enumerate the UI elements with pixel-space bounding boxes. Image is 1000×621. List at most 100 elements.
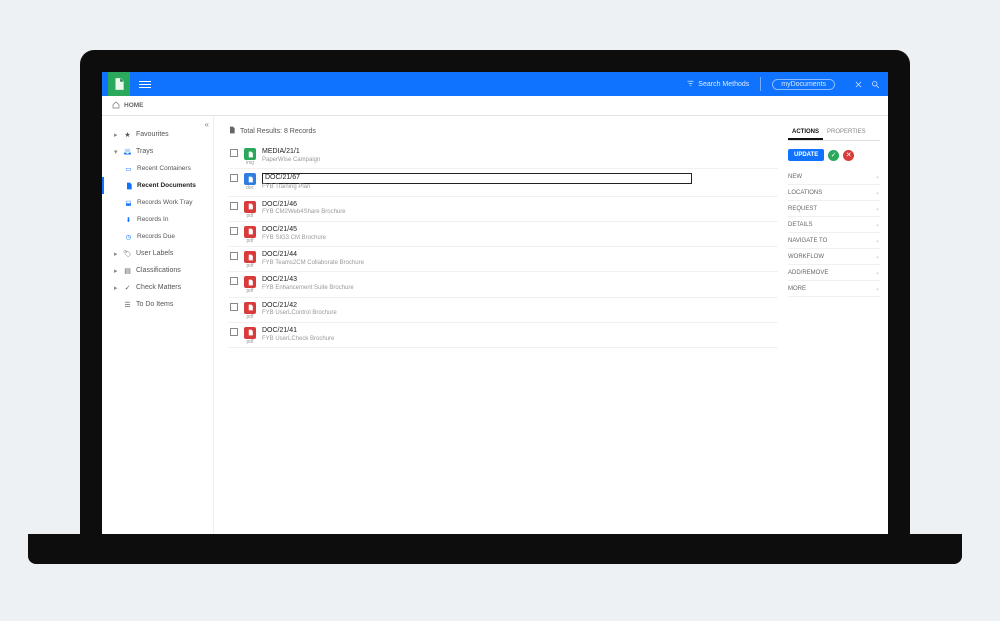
- due-icon: ◷: [124, 232, 133, 241]
- row-checkbox[interactable]: [230, 202, 238, 210]
- chevron-down-icon: ⌄: [875, 285, 880, 292]
- list-row[interactable]: pdf DOC/21/44 FYB Teams2CM Collaborate B…: [228, 247, 778, 272]
- sidebar-item-recent-documents[interactable]: Recent Documents: [102, 177, 213, 194]
- panel-tabs: ACTIONS PROPERTIES: [788, 126, 880, 141]
- panel-section[interactable]: WORKFLOW⌄: [788, 249, 880, 265]
- row-title: DOC/21/43: [262, 276, 776, 285]
- home-icon[interactable]: [112, 101, 120, 111]
- menu-toggle[interactable]: [136, 78, 154, 91]
- panel-section[interactable]: ADD/REMOVE⌄: [788, 265, 880, 281]
- laptop-frame: Search Methods myDocuments HOME: [80, 50, 910, 550]
- chevron-down-icon: ⌄: [875, 221, 880, 228]
- results-header: Total Results: 8 Records: [228, 126, 778, 136]
- sidebar-item-classifications[interactable]: ▸ ▤ Classifications: [102, 262, 213, 279]
- search-icon[interactable]: [868, 77, 882, 91]
- filter-icon[interactable]: [686, 79, 695, 90]
- row-title: DOC/21/41: [262, 327, 776, 336]
- row-text: DOC/21/41 FYB UserLCheck Brochure: [262, 327, 776, 343]
- panel-section[interactable]: DETAILS⌄: [788, 217, 880, 233]
- main-area: « ▸ ★ Favourites ▾ Trays ▭ Recent Contai…: [102, 116, 888, 550]
- divider: [760, 77, 761, 91]
- panel-section[interactable]: REQUEST⌄: [788, 201, 880, 217]
- sidebar-item-records-due[interactable]: ◷ Records Due: [102, 228, 213, 245]
- chevron-down-icon: ⌄: [875, 269, 880, 276]
- tray-icon: ⬓: [124, 198, 133, 207]
- sidebar-item-favourites[interactable]: ▸ ★ Favourites: [102, 126, 213, 143]
- row-subtitle: FYB UserLCheck Brochure: [262, 336, 776, 344]
- sidebar-item-label: Favourites: [136, 131, 169, 138]
- tab-properties[interactable]: PROPERTIES: [823, 126, 870, 140]
- list-row[interactable]: pdf DOC/21/46 FYB CM2Web4Share Brochure: [228, 197, 778, 222]
- list-row[interactable]: img MEDIA/21/1 PaperWise Campaign: [228, 144, 778, 169]
- list-row[interactable]: doc DOC/21/67 FYB Training Plan: [228, 169, 778, 196]
- row-subtitle: FYB CM2Web4Share Brochure: [262, 209, 776, 217]
- row-text: MEDIA/21/1 PaperWise Campaign: [262, 148, 776, 164]
- reject-button[interactable]: ✕: [843, 150, 854, 161]
- row-subtitle: FYB Teams2CM Collaborate Brochure: [262, 260, 776, 268]
- update-button[interactable]: UPDATE: [788, 149, 824, 161]
- row-checkbox[interactable]: [230, 277, 238, 285]
- row-text: DOC/21/46 FYB CM2Web4Share Brochure: [262, 201, 776, 217]
- sidebar-item-records-in[interactable]: ⬇ Records In: [102, 211, 213, 228]
- sidebar-item-check-matters[interactable]: ▸ ✓ Check Matters: [102, 279, 213, 296]
- label-icon: 🏷: [123, 249, 132, 258]
- row-title: DOC/21/67: [262, 173, 776, 184]
- chevron-right-icon: ▸: [114, 284, 119, 292]
- list-row[interactable]: pdf DOC/21/43 FYB Enhancement Suite Broc…: [228, 272, 778, 297]
- chevron-down-icon: ⌄: [875, 237, 880, 244]
- row-checkbox[interactable]: [230, 227, 238, 235]
- row-checkbox[interactable]: [230, 252, 238, 260]
- approve-button[interactable]: ✓: [828, 150, 839, 161]
- panel-section[interactable]: LOCATIONS⌄: [788, 185, 880, 201]
- sidebar: « ▸ ★ Favourites ▾ Trays ▭ Recent Contai…: [102, 116, 214, 550]
- sidebar-item-label: Records Work Tray: [137, 199, 193, 206]
- laptop-base: [28, 534, 962, 564]
- sidebar-item-recent-containers[interactable]: ▭ Recent Containers: [102, 160, 213, 177]
- search-method-label[interactable]: Search Methods: [698, 81, 749, 88]
- row-checkbox[interactable]: [230, 328, 238, 336]
- header-search-area: Search Methods myDocuments: [686, 77, 882, 91]
- sidebar-item-records-work-tray[interactable]: ⬓ Records Work Tray: [102, 194, 213, 211]
- app-logo: [108, 72, 130, 96]
- todo-icon: ☰: [123, 300, 132, 309]
- row-subtitle: FYB Training Plan: [262, 184, 776, 192]
- row-title: DOC/21/42: [262, 302, 776, 311]
- sidebar-item-label: Trays: [136, 148, 153, 155]
- list-row[interactable]: pdf DOC/21/45 FYB SIG3 CM Brochure: [228, 222, 778, 247]
- close-icon[interactable]: [851, 77, 865, 91]
- panel-section[interactable]: MORE ⌄: [788, 281, 880, 297]
- sidebar-collapse-icon[interactable]: «: [205, 120, 209, 129]
- file-type-icon: pdf: [244, 302, 256, 314]
- breadcrumb-home[interactable]: HOME: [124, 102, 144, 109]
- sidebar-item-trays[interactable]: ▾ Trays: [102, 143, 213, 160]
- sidebar-item-label: Recent Containers: [137, 165, 191, 172]
- list-row[interactable]: pdf DOC/21/41 FYB UserLCheck Brochure: [228, 323, 778, 348]
- sidebar-item-user-labels[interactable]: ▸ 🏷 User Labels: [102, 245, 213, 262]
- row-text: DOC/21/43 FYB Enhancement Suite Brochure: [262, 276, 776, 292]
- results-list: Total Results: 8 Records img MEDIA/21/1 …: [228, 126, 778, 550]
- row-text: DOC/21/45 FYB SIG3 CM Brochure: [262, 226, 776, 242]
- sidebar-item-label: Check Matters: [136, 284, 181, 291]
- panel-section-label: NAVIGATE TO: [788, 238, 827, 244]
- panel-section[interactable]: NEW⌄: [788, 169, 880, 185]
- row-title: DOC/21/44: [262, 251, 776, 260]
- panel-section[interactable]: NAVIGATE TO ⌄: [788, 233, 880, 249]
- row-checkbox[interactable]: [230, 303, 238, 311]
- row-checkbox[interactable]: [230, 174, 238, 182]
- sidebar-item-label: User Labels: [136, 250, 173, 257]
- row-checkbox[interactable]: [230, 149, 238, 157]
- chevron-right-icon: ▸: [114, 250, 119, 258]
- search-context[interactable]: myDocuments: [772, 79, 835, 90]
- file-type-icon: pdf: [244, 201, 256, 213]
- panel-section-label: NEW: [788, 174, 802, 180]
- file-type-icon: pdf: [244, 251, 256, 263]
- tab-actions[interactable]: ACTIONS: [788, 126, 823, 140]
- list-row[interactable]: pdf DOC/21/42 FYB UserLControl Brochure: [228, 298, 778, 323]
- actions-panel: ACTIONS PROPERTIES UPDATE ✓ ✕ NEW⌄LOCATI…: [788, 126, 880, 550]
- sidebar-item-todo[interactable]: ☰ To Do Items: [102, 296, 213, 313]
- row-title: DOC/21/45: [262, 226, 776, 235]
- panel-section-label: MORE: [788, 286, 806, 292]
- chevron-right-icon: ▸: [114, 131, 119, 139]
- chevron-down-icon: ▾: [114, 148, 119, 156]
- file-type-icon: doc: [244, 173, 256, 185]
